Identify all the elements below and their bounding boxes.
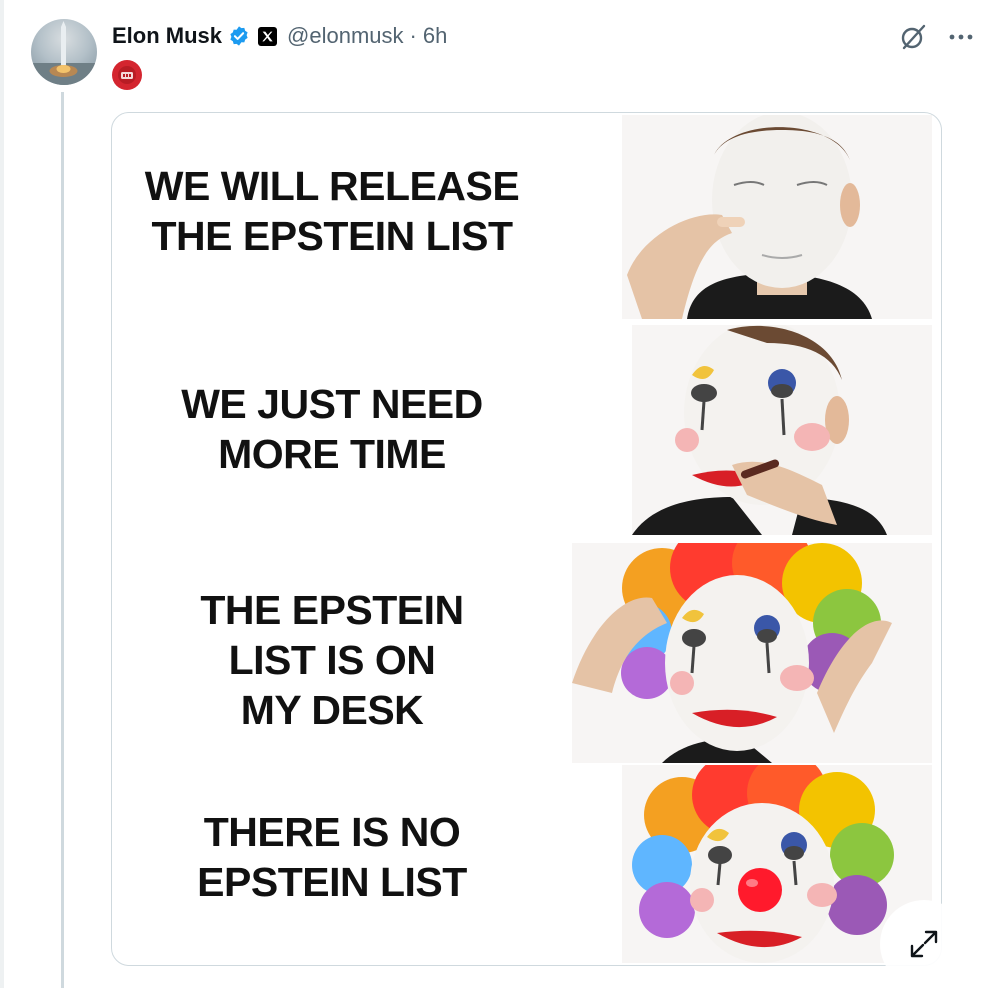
verified-badge-icon[interactable] — [228, 25, 250, 47]
tweet-header: Elon Musk @elonmusk · 6h — [112, 20, 447, 52]
x-logo-icon[interactable] — [258, 26, 278, 46]
grok-icon[interactable] — [898, 22, 928, 52]
meme-panel: THERE IS NO EPSTEIN LIST — [112, 763, 941, 963]
community-badge-icon — [112, 60, 142, 90]
caption-line: LIST IS ON — [228, 637, 436, 683]
timestamp[interactable]: 6h — [423, 23, 447, 49]
meme-panel: WE JUST NEED MORE TIME — [112, 323, 941, 537]
more-options-icon[interactable] — [946, 22, 976, 52]
user-handle[interactable]: @elonmusk — [287, 23, 404, 49]
avatar[interactable] — [31, 19, 97, 85]
display-name[interactable]: Elon Musk — [112, 23, 222, 49]
left-edge — [0, 0, 4, 988]
panel-caption: WE WILL RELEASE THE EPSTEIN LIST — [112, 161, 552, 261]
expand-media-button[interactable] — [880, 900, 968, 988]
meme-panel: THE EPSTEIN LIST IS ON MY DESK — [112, 541, 941, 765]
caption-line: THE EPSTEIN LIST — [151, 213, 513, 259]
caption-line: MY DESK — [240, 687, 424, 733]
avatar-image — [31, 21, 97, 85]
meme-face-image — [632, 325, 932, 535]
meme-panel: WE WILL RELEASE THE EPSTEIN LIST — [112, 113, 941, 321]
panel-caption: THE EPSTEIN LIST IS ON MY DESK — [112, 585, 552, 735]
thread-line — [61, 92, 64, 988]
caption-line: MORE TIME — [218, 431, 446, 477]
caption-line: WE WILL RELEASE — [144, 163, 520, 209]
caption-line: THE EPSTEIN — [200, 587, 464, 633]
panel-caption: WE JUST NEED MORE TIME — [112, 379, 552, 479]
panel-caption: THERE IS NO EPSTEIN LIST — [112, 807, 552, 907]
caption-line: WE JUST NEED — [181, 381, 483, 427]
meme-face-image — [622, 115, 932, 319]
expand-icon — [910, 930, 938, 958]
separator-dot: · — [409, 23, 417, 48]
tweet-media[interactable]: WE WILL RELEASE THE EPSTEIN LIST WE JUST… — [111, 112, 942, 966]
caption-line: THERE IS NO — [203, 809, 461, 855]
meme-face-image — [572, 543, 932, 763]
caption-line: EPSTEIN LIST — [197, 859, 467, 905]
